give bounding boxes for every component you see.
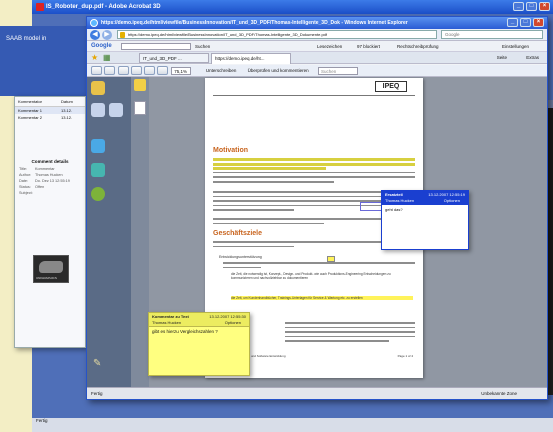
acrobat-icon [36,3,44,11]
thumbnail-strip [131,77,149,387]
tabs-row: ★ ▦ IT_und_3D_PDF ... https://demo.ipeq.… [87,52,547,64]
tools-menu[interactable]: Extras [526,52,539,64]
print-icon[interactable] [104,66,116,76]
zoom-level[interactable]: 75,1% [170,66,191,75]
ie-minimize-button[interactable]: _ [507,18,518,27]
bookmarks-button[interactable]: Lesezeichen [317,41,342,51]
pages-panel-button[interactable] [91,81,105,95]
note-date: 13.12.2007 12:55:19 [428,192,465,197]
email-icon[interactable] [117,66,129,76]
next-page-icon[interactable] [157,66,169,76]
settings-button[interactable]: Einstellungen [502,41,529,51]
minimize-button[interactable]: _ [513,2,524,11]
google-search-box[interactable] [121,43,191,50]
google-toolbar: Google Suchen Lesezeichen 97 blockiert R… [87,41,547,52]
col-header-author: Kommentator [18,99,43,104]
thumbnail-label: UNIGRAPHICS [36,276,57,280]
hand-icon[interactable] [134,79,146,91]
model-tree-icon[interactable] [91,163,105,177]
note-date: 13.12.2007 12:55:30 [209,314,246,319]
tab-pdf[interactable]: IT_und_3D_PDF ... [139,53,209,63]
acrobat-titlebar: IS_Roboter_dup.pdf - Adobe Acrobat 3D _ … [32,0,553,14]
favorites-star-icon[interactable]: ★ [91,52,98,64]
acrobat-status-bar [32,418,553,432]
address-field[interactable]: https://demo.ipeq.de/html/viewfile/Busin… [117,30,437,39]
tab-list-icon[interactable]: ▦ [103,52,111,64]
search-icon[interactable] [130,66,142,76]
note-body[interactable]: geht das? [382,205,468,214]
status-zone: Unbekannte Zone [481,391,517,396]
maximize-button[interactable]: □ [526,2,537,11]
paragraph-1 [213,158,415,186]
table-row[interactable]: Kommentar 2 13.12. [15,114,85,121]
page-menu[interactable]: Seite [497,52,507,64]
comment-list-window: Kommentator Datum Kommentar 1 13.12. Kom… [14,96,86,348]
note-header: Ersatzteil 13.12.2007 12:55:19 Thomas Hu… [382,191,468,205]
text-selection-box [360,202,382,211]
paragraph-5 [223,262,415,271]
google-search-button[interactable]: Suchen [195,41,210,51]
nav-right-button[interactable] [109,103,123,117]
spellcheck-button[interactable]: Rechtschreibprüfung [397,41,439,51]
acrobat-status-label: Fertig [36,418,48,423]
popup-note-yellow[interactable]: Kommentar zu Text 13.12.2007 12:55:30 Th… [148,312,250,376]
saab-title: SAAB model in [6,36,47,42]
subheading-1: Entwicklungsunterstützung [219,255,262,259]
note-title: Kommentar zu Text [152,314,189,319]
comment-marker-icon[interactable] [327,256,335,262]
layers-icon[interactable] [91,139,105,153]
close-button[interactable]: × [539,2,550,11]
note-author: Thomas Hucken [385,198,415,203]
note-body[interactable]: gibt es hierzu Vergleichszahlen ? [149,327,249,336]
bullet-2: die Zeit, um Kundenhandbücher, Trainings… [231,296,413,300]
page-thumb-icon[interactable] [134,101,146,115]
ie-status-bar: Fertig Unbekannte Zone [87,387,547,399]
nav-left-button[interactable] [91,103,105,117]
lock-icon [120,32,125,38]
ie-maximize-button[interactable]: □ [520,18,531,27]
heading-goals: Geschäftsziele [213,230,263,237]
pdf-toolbar: 75,1% Unterschreiben Überprüfen und komm… [87,65,547,77]
sign-button[interactable]: Unterschreiben [206,68,237,73]
model-thumbnail: UNIGRAPHICS [33,255,69,283]
google-logo: Google [91,43,112,49]
tab-active[interactable]: https://demo.ipeq.de/ht... [211,53,291,64]
pdf-search-field[interactable]: Suchen [317,66,358,75]
col-header-date: Datum [61,99,73,104]
pdf-nav-panel: ✎ [87,77,131,387]
paperclip-icon[interactable]: ✎ [93,357,107,371]
popup-note-blue[interactable]: Ersatzteil 13.12.2007 12:55:19 Thomas Hu… [381,190,469,250]
popup-blocked[interactable]: 97 blockiert [357,41,380,51]
note-options-button[interactable]: Optionen [444,198,460,203]
table-row[interactable]: Kommentar 1 13.12. [15,107,85,114]
prev-page-icon[interactable] [144,66,156,76]
ie-title: https://demo.ipeq.de/html/viewfile/Busin… [101,20,408,26]
ipeq-logo: IPEQ [375,81,407,92]
note-header: Kommentar zu Text 13.12.2007 12:55:30 Th… [149,313,249,327]
search-input[interactable]: Google [441,30,543,39]
save-icon[interactable] [91,66,102,76]
forward-button[interactable]: ▶ [102,30,112,40]
note-author: Thomas Hucken [152,320,182,325]
footer-right: Page 1 of 4 [397,354,413,358]
ie-close-button[interactable]: × [533,18,544,27]
comment-details: Title: Kommentar Author: Thomas Hucken Dat… [19,167,70,195]
attachments-icon[interactable] [91,187,105,201]
status-left: Fertig [91,391,103,396]
acrobat-title: IS_Roboter_dup.pdf - Adobe Acrobat 3D [46,4,161,10]
note-title: Ersatzteil [385,192,403,197]
ie-titlebar: https://demo.ipeq.de/html/viewfile/Busin… [87,17,547,29]
bullet-1: die Zeit, die notwendig ist, Konzept-, D… [231,272,391,280]
back-button[interactable]: ◀ [90,30,100,40]
review-button[interactable]: Überprüfen und kommentieren [248,68,309,73]
heading-motivation: Motivation [213,147,248,154]
paragraph-6 [285,322,415,345]
ie-icon [90,19,98,27]
note-options-button[interactable]: Optionen [225,320,241,325]
ie-address-row: ◀ ▶ https://demo.ipeq.de/html/viewfile/B… [87,29,547,41]
